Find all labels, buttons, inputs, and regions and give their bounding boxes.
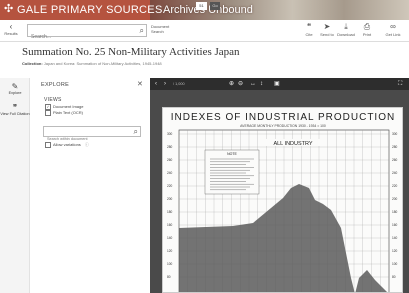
scan-y-tick-label: 200 — [392, 197, 398, 201]
chevron-left-icon: ‹ — [9, 22, 13, 31]
collection-link[interactable]: Japan and Korea: Summation of Non-Milita… — [44, 61, 162, 66]
page-title: Summation No. 25 Non-Military Activities… — [22, 46, 240, 58]
view-option-label: Plain Text (OCR) — [53, 110, 83, 116]
print-icon: ⎙ — [363, 22, 371, 31]
scan-y-tick-label: 140 — [392, 236, 398, 240]
go-button[interactable]: Go — [210, 2, 220, 10]
zoom-in-icon[interactable]: ⊕ — [229, 78, 234, 90]
allow-variations-label: Allow variations — [53, 142, 81, 148]
rail-item-full-citation[interactable]: ❞ View Full Citation — [0, 103, 30, 117]
scanned-chart-image: INDEXES OF INDUSTRIAL PRODUCTION AVERAGE… — [163, 108, 402, 292]
search-icon[interactable]: ⌕ — [140, 26, 144, 36]
full-citation-icon: ❞ — [12, 103, 18, 112]
explore-icon: ✎ — [11, 82, 19, 91]
scan-y-tick-label: 100 — [167, 262, 173, 266]
scan-y-tick-label: 200 — [167, 197, 173, 201]
scan-y-tick-label: 160 — [167, 223, 173, 227]
collection-line: Collection: Japan and Korea: Summation o… — [22, 61, 162, 66]
gale-logo-icon[interactable]: ✣ — [4, 4, 15, 15]
scan-y-tick-label: 180 — [167, 210, 173, 214]
scan-y-tick-label: 120 — [392, 249, 398, 253]
view-option-plain-text[interactable]: Plain Text (OCR) — [45, 110, 83, 116]
scan-y-tick-label: 240 — [167, 171, 173, 175]
print-button[interactable]: ⎙ Print — [358, 22, 376, 40]
scan-subtitle: AVERAGE MONTHLY PRODUCTION 1930 - 1934 =… — [240, 124, 326, 128]
cite-icon: ❝ — [306, 22, 312, 31]
results-label: Results — [4, 31, 18, 36]
send-icon: ➤ — [323, 22, 331, 31]
page-number-input[interactable]: 51 — [196, 2, 207, 10]
rail-item-label: Explore — [8, 91, 22, 95]
scan-y-tick-label: 260 — [392, 158, 398, 162]
download-icon: ⤓ — [344, 22, 348, 31]
scan-title: INDEXES OF INDUSTRIAL PRODUCTION — [171, 112, 395, 123]
results-button[interactable]: ‹ Results — [1, 22, 21, 40]
get-link-icon: ∞ — [390, 22, 396, 31]
view-option-label: Document Image — [53, 104, 84, 110]
checkbox-icon[interactable] — [45, 110, 51, 116]
scan-note-label: NOTE — [227, 152, 237, 156]
scan-y-tick-label: 140 — [167, 236, 173, 240]
explore-title: EXPLORE — [41, 82, 70, 88]
download-button[interactable]: ⤓ Download — [337, 22, 355, 40]
search-input[interactable] — [28, 31, 134, 43]
views-label: VIEWS — [44, 97, 62, 103]
scan-y-tick-label: 80 — [167, 275, 171, 279]
scan-y-tick-label: 160 — [392, 223, 398, 227]
scan-y-tick-label: 100 — [392, 262, 398, 266]
get-link-button[interactable]: ∞ Get Link — [384, 22, 402, 40]
close-icon[interactable]: ✕ — [137, 80, 143, 88]
scan-y-tick-label: 300 — [167, 132, 173, 136]
scan-y-tick-label: 280 — [167, 145, 173, 149]
checkbox-icon[interactable] — [45, 142, 51, 148]
archive-name[interactable]: Archives Unbound — [163, 4, 253, 16]
toolbar: ‹ Results ⌕ Document Search ❝ Cite ➤ Sen… — [0, 20, 409, 43]
collection-label: Collection: — [22, 61, 43, 66]
get-link-label: Get Link — [385, 32, 401, 37]
brand-name[interactable]: GALE PRIMARY SOURCES — [17, 4, 163, 16]
scan-y-tick-label: 220 — [392, 184, 398, 188]
image-settings-icon[interactable]: ▣ — [274, 78, 280, 90]
scan-inner-label: ALL INDUSTRY — [273, 141, 312, 147]
fit-height-icon[interactable]: ↕ — [260, 78, 263, 90]
prev-page-icon[interactable]: ‹ — [155, 78, 157, 90]
rail-item-label: View Full Citation — [0, 112, 30, 116]
scan-y-tick-label: 240 — [392, 171, 398, 175]
search-within-box: ⌕ — [43, 126, 141, 144]
viewer-toolbar: ‹ › / 1,000 ⊕ ⊖ ↔ ↕ ▣ ⛶ — [150, 78, 409, 90]
scan-y-tick-label: 280 — [392, 145, 398, 149]
page-count: / 1,000 — [173, 82, 185, 86]
fit-width-icon[interactable]: ↔ — [250, 78, 256, 90]
fullscreen-icon[interactable]: ⛶ — [398, 78, 402, 90]
scan-y-tick-label: 120 — [167, 249, 173, 253]
scan-y-tick-label: 300 — [392, 132, 398, 136]
search-icon[interactable]: ⌕ — [134, 127, 138, 136]
send-to-button[interactable]: ➤ Send to — [318, 22, 336, 40]
cite-label: Cite — [305, 32, 313, 37]
rail-item-explore[interactable]: ✎ Explore — [0, 82, 30, 96]
zoom-out-icon[interactable]: ⊖ — [238, 78, 243, 90]
next-page-icon[interactable]: › — [164, 78, 166, 90]
allow-variations-option[interactable]: Allow variations ⓘ — [45, 142, 89, 148]
document-search-label[interactable]: Document Search — [151, 24, 181, 38]
help-icon[interactable]: ⓘ — [85, 142, 89, 147]
scan-y-tick-label: 220 — [167, 184, 173, 188]
document-page-image: INDEXES OF INDUSTRIAL PRODUCTION AVERAGE… — [162, 107, 403, 293]
print-label: Print — [362, 32, 372, 37]
download-label: Download — [337, 32, 355, 37]
search-box: ⌕ — [27, 24, 147, 43]
send-to-label: Send to — [320, 32, 334, 37]
scan-y-tick-label: 260 — [167, 158, 173, 162]
scan-y-tick-label: 180 — [392, 210, 398, 214]
left-rail: ✎ Explore ❞ View Full Citation — [0, 78, 30, 293]
explore-panel: EXPLORE ✕ VIEWS ✓ Document Image Plain Te… — [31, 78, 148, 293]
cite-button[interactable]: ❝ Cite — [300, 22, 318, 40]
scan-y-tick-label: 80 — [392, 275, 396, 279]
